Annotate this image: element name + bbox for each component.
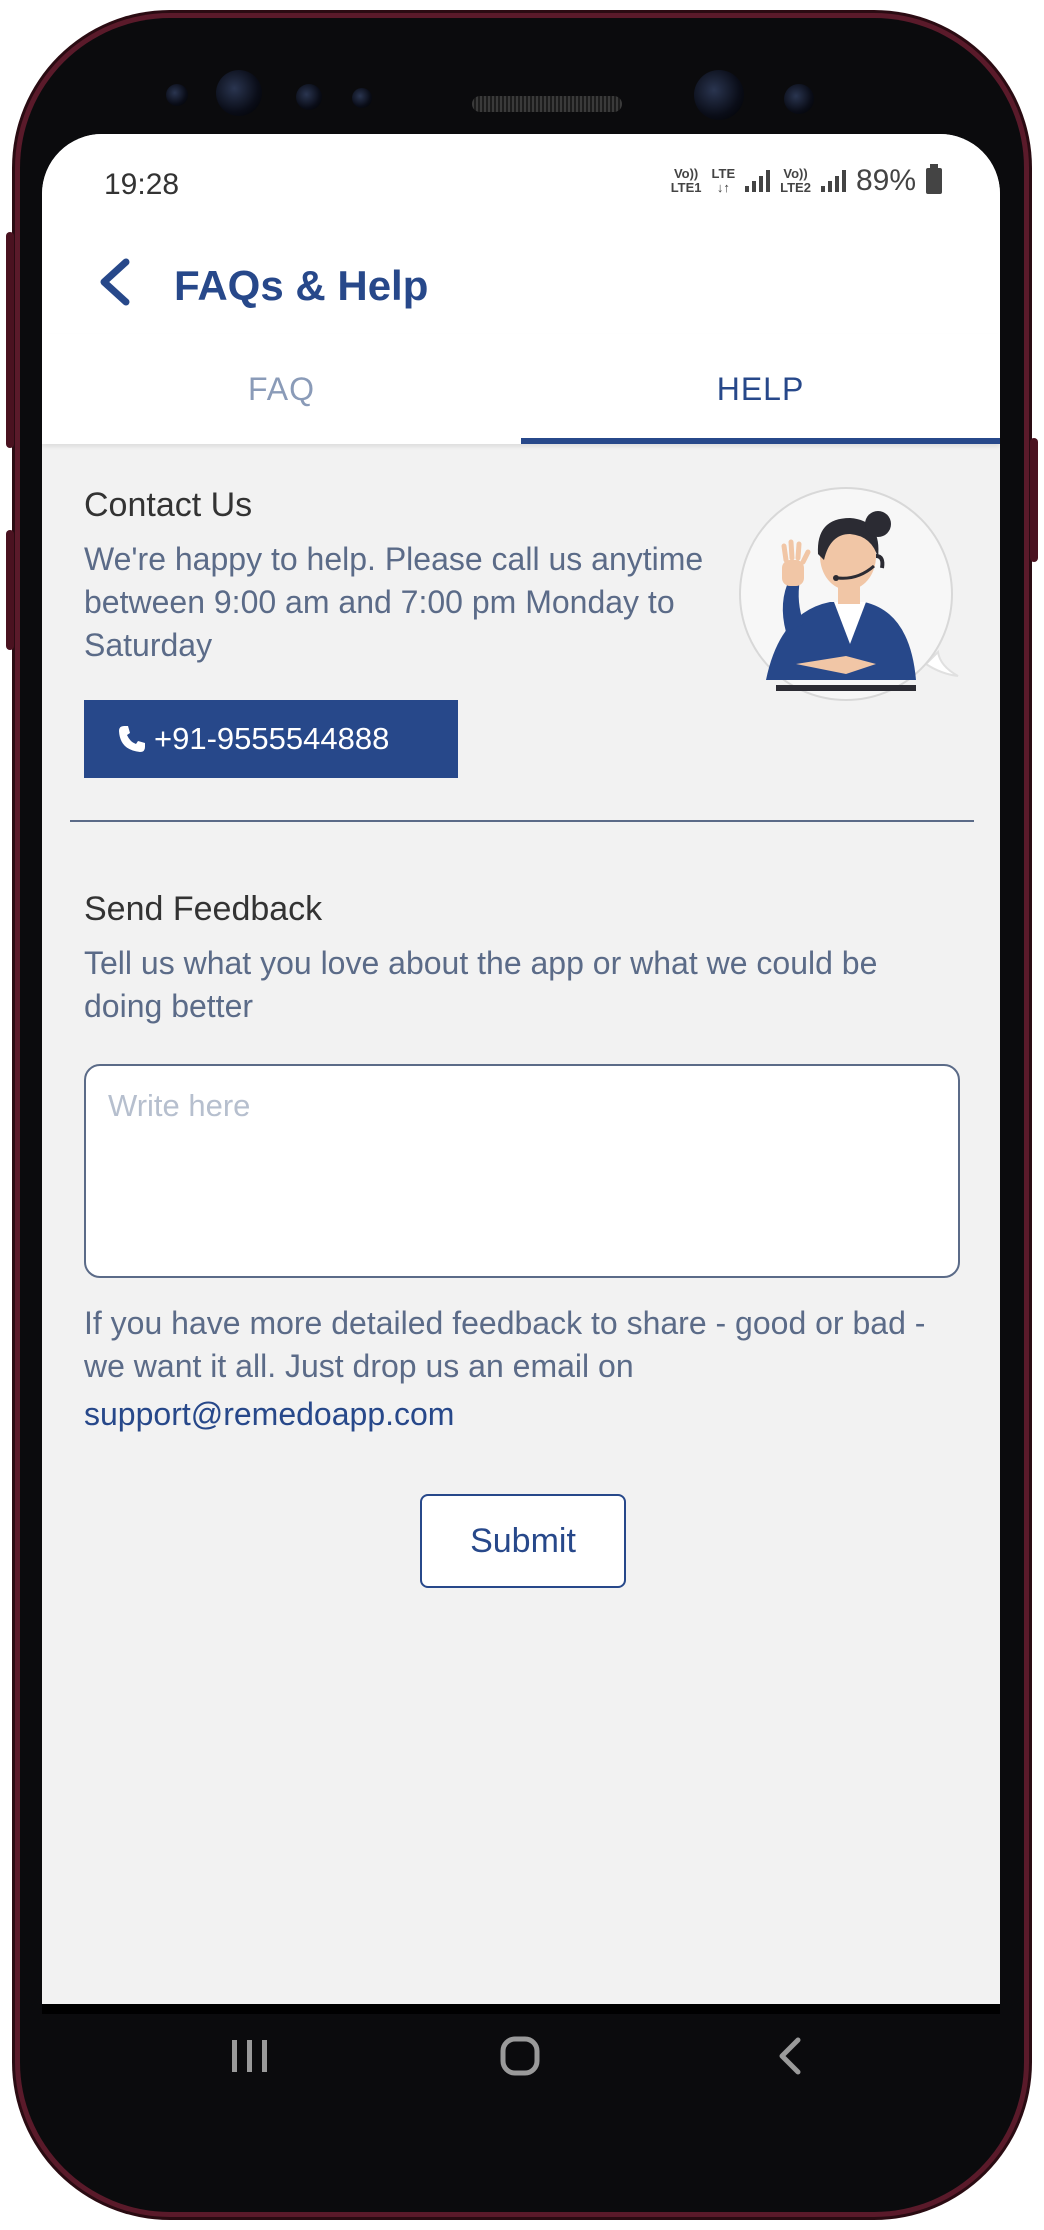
network-sim1-label: Vo)) LTE1 — [671, 167, 702, 195]
proximity-sensor — [296, 84, 322, 110]
signal-sim1-icon — [745, 170, 771, 192]
app-header: FAQs & Help — [42, 224, 1000, 334]
home-icon — [500, 2036, 540, 2076]
recent-apps-button[interactable] — [210, 2020, 290, 2092]
battery-icon — [926, 164, 942, 194]
sim2-lte-label: LTE2 — [780, 180, 811, 195]
signal-sim2-icon — [820, 170, 846, 192]
volume-down-button — [6, 530, 14, 650]
iris-scanner — [216, 70, 262, 116]
tab-faq[interactable]: FAQ — [42, 334, 521, 444]
section-divider — [70, 820, 974, 822]
app-screen: 19:28 Vo)) LTE1 LTE ↓↑ Vo)) LTE2 89% FAQ… — [42, 134, 1000, 2014]
send-feedback-heading: Send Feedback — [84, 890, 323, 928]
earpiece-speaker — [472, 96, 622, 112]
contact-us-description: We're happy to help. Please call us anyt… — [84, 541, 704, 663]
feedback-textarea[interactable] — [84, 1064, 960, 1278]
support-agent-illustration — [739, 487, 959, 701]
tab-bar: FAQ HELP — [42, 334, 1000, 444]
status-bar: 19:28 Vo)) LTE1 LTE ↓↑ Vo)) LTE2 89% — [42, 134, 1000, 224]
front-camera — [694, 70, 744, 120]
network-data-label: LTE ↓↑ — [712, 167, 736, 195]
iris-camera — [784, 84, 814, 114]
sim2-volte-label: Vo)) — [783, 166, 808, 181]
contact-us-heading: Contact Us — [84, 486, 253, 524]
phone-number-label: +91-9555544888 — [154, 721, 390, 756]
network-sim2-label: Vo)) LTE2 — [780, 167, 811, 195]
data-arrows-label: ↓↑ — [716, 180, 730, 195]
page-title: FAQs & Help — [174, 262, 429, 309]
volume-up-button — [6, 232, 14, 448]
support-email-link[interactable]: support@remedoapp.com — [84, 1396, 454, 1433]
light-sensor — [352, 88, 372, 108]
detailed-feedback-text: If you have more detailed feedback to sh… — [84, 1305, 926, 1384]
back-button[interactable] — [90, 254, 140, 310]
recent-apps-icon — [232, 2040, 267, 2072]
chevron-left-icon — [100, 258, 130, 306]
power-button — [1030, 438, 1038, 562]
active-tab-indicator — [521, 438, 1000, 444]
submit-button[interactable]: Submit — [420, 1494, 626, 1588]
status-icons: Vo)) LTE1 LTE ↓↑ Vo)) LTE2 89% — [671, 164, 942, 198]
sim1-lte-label: LTE1 — [670, 180, 702, 195]
phone-icon — [119, 726, 145, 752]
sim1-volte-label: Vo)) — [673, 166, 699, 181]
status-time: 19:28 — [104, 168, 180, 201]
home-button[interactable] — [480, 2020, 560, 2092]
back-icon — [779, 2037, 801, 2075]
front-sensor — [166, 84, 188, 106]
battery-percent: 89% — [855, 164, 916, 197]
tab-help[interactable]: HELP — [521, 334, 1000, 444]
system-navigation-bar — [42, 2004, 1000, 2108]
send-feedback-description: Tell us what you love about the app or w… — [84, 945, 878, 1024]
call-phone-button[interactable]: +91-9555544888 — [84, 700, 458, 778]
system-back-button[interactable] — [750, 2020, 830, 2092]
data-lte-label: LTE — [711, 166, 736, 181]
